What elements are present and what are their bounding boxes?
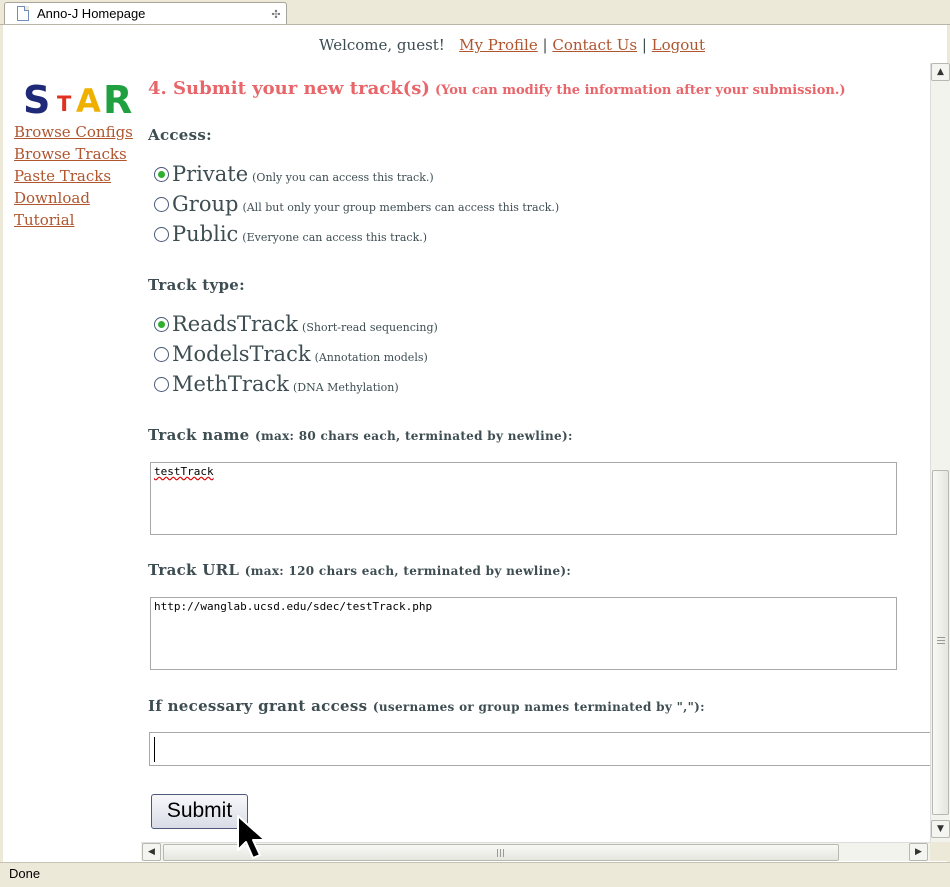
logo-letter: R (103, 78, 133, 122)
radio-label: Public (172, 222, 239, 246)
logo-letter: T (57, 92, 72, 116)
grip-icon (937, 637, 945, 644)
track-name-value: testTrack (154, 465, 214, 478)
scrollbar-corner (930, 842, 950, 861)
text-caret (154, 737, 155, 762)
radio-button[interactable] (154, 347, 169, 362)
radio-button[interactable] (154, 377, 169, 392)
radio-description: (Annotation models) (314, 351, 428, 364)
grip-icon (497, 849, 504, 857)
tab-close-icon[interactable]: ✣ (263, 6, 289, 23)
radio-button-selected[interactable] (154, 167, 169, 182)
track-name-label: Track name (max: 80 chars each, terminat… (148, 426, 573, 444)
radio-label: Group (172, 192, 239, 216)
radio-track-reads[interactable]: ReadsTrack (Short-read sequencing) (154, 312, 438, 340)
radio-description: (All but only your group members can acc… (242, 201, 560, 214)
track-url-textarea[interactable]: http://wanglab.ucsd.edu/sdec/testTrack.p… (150, 597, 897, 670)
status-bar: Done (0, 862, 950, 887)
sidebar-item-download[interactable]: Download (14, 187, 133, 209)
sidebar-item-tutorial[interactable]: Tutorial (14, 209, 133, 231)
submit-button[interactable]: Submit (151, 794, 248, 829)
radio-button[interactable] (154, 197, 169, 212)
section-heading-note: (You can modify the information after yo… (434, 83, 846, 98)
track-type-label: Track type: (148, 276, 245, 294)
scroll-up-arrow-icon[interactable]: ▲ (931, 63, 950, 81)
track-url-label-text: Track URL (148, 561, 240, 579)
my-profile-link[interactable]: My Profile (459, 36, 538, 54)
logo-letter: A (76, 82, 101, 120)
grant-access-label: If necessary grant access (usernames or … (148, 697, 705, 715)
sidebar-item-browse-configs[interactable]: Browse Configs (14, 121, 133, 143)
radio-description: (DNA Methylation) (292, 381, 399, 394)
logout-link[interactable]: Logout (652, 36, 705, 54)
radio-access-group[interactable]: Group (All but only your group members ca… (154, 192, 559, 220)
scroll-left-arrow-icon[interactable]: ◀ (142, 843, 161, 861)
section-heading: 4. Submit your new track(s) (148, 78, 430, 99)
sidebar-nav: Browse Configs Browse Tracks Paste Track… (14, 121, 133, 231)
grant-access-label-text: If necessary grant access (148, 697, 368, 715)
scroll-right-arrow-icon[interactable]: ▶ (909, 843, 928, 861)
separator: | (542, 36, 548, 54)
radio-label: Private (172, 162, 249, 186)
section-heading-row: 4. Submit your new track(s) (You can mod… (148, 78, 928, 99)
page-viewport: Welcome, guest! My Profile | Contact Us … (0, 25, 950, 862)
radio-access-private[interactable]: Private (Only you can access this track.) (154, 162, 434, 190)
tab-title: Anno-J Homepage (37, 6, 146, 21)
radio-description: (Only you can access this track.) (252, 171, 434, 184)
sidebar-item-browse-tracks[interactable]: Browse Tracks (14, 143, 133, 165)
track-name-label-text: Track name (148, 426, 250, 444)
contact-us-link[interactable]: Contact Us (552, 36, 637, 54)
radio-label: ModelsTrack (172, 342, 311, 366)
track-url-hint: (max: 120 chars each, terminated by newl… (244, 564, 572, 578)
access-label: Access: (148, 126, 212, 144)
radio-access-public[interactable]: Public (Everyone can access this track.) (154, 222, 427, 250)
radio-button-selected[interactable] (154, 317, 169, 332)
radio-label: MethTrack (172, 372, 289, 396)
welcome-text: Welcome, guest! (319, 36, 445, 54)
welcome-bar: Welcome, guest! My Profile | Contact Us … (319, 36, 705, 54)
scroll-down-arrow-icon[interactable]: ▼ (931, 820, 950, 838)
radio-description: (Everyone can access this track.) (242, 231, 428, 244)
document-icon (17, 6, 29, 21)
logo-letter: S (23, 78, 51, 122)
radio-track-meth[interactable]: MethTrack (DNA Methylation) (154, 372, 399, 400)
mouse-pointer-icon (237, 815, 266, 859)
vertical-scrollbar[interactable]: ▲ ▼ (930, 63, 950, 843)
radio-label: ReadsTrack (172, 312, 299, 336)
browser-tab-strip: Anno-J Homepage ✣ (0, 0, 950, 25)
track-url-value: http://wanglab.ucsd.edu/sdec/testTrack.p… (154, 600, 433, 613)
status-text: Done (9, 866, 41, 881)
separator: | (641, 36, 647, 54)
grant-access-hint: (usernames or group names terminated by … (372, 700, 705, 714)
radio-button[interactable] (154, 227, 169, 242)
track-name-hint: (max: 80 chars each, terminated by newli… (255, 429, 573, 443)
browser-tab[interactable]: Anno-J Homepage ✣ (4, 2, 287, 24)
vertical-scrollbar-thumb[interactable] (932, 470, 949, 815)
radio-description: (Short-read sequencing) (302, 321, 438, 334)
grant-access-input[interactable] (149, 732, 939, 766)
track-url-label: Track URL (max: 120 chars each, terminat… (148, 561, 571, 579)
sidebar-item-paste-tracks[interactable]: Paste Tracks (14, 165, 133, 187)
track-name-textarea[interactable]: testTrack (150, 462, 897, 535)
radio-track-models[interactable]: ModelsTrack (Annotation models) (154, 342, 428, 370)
